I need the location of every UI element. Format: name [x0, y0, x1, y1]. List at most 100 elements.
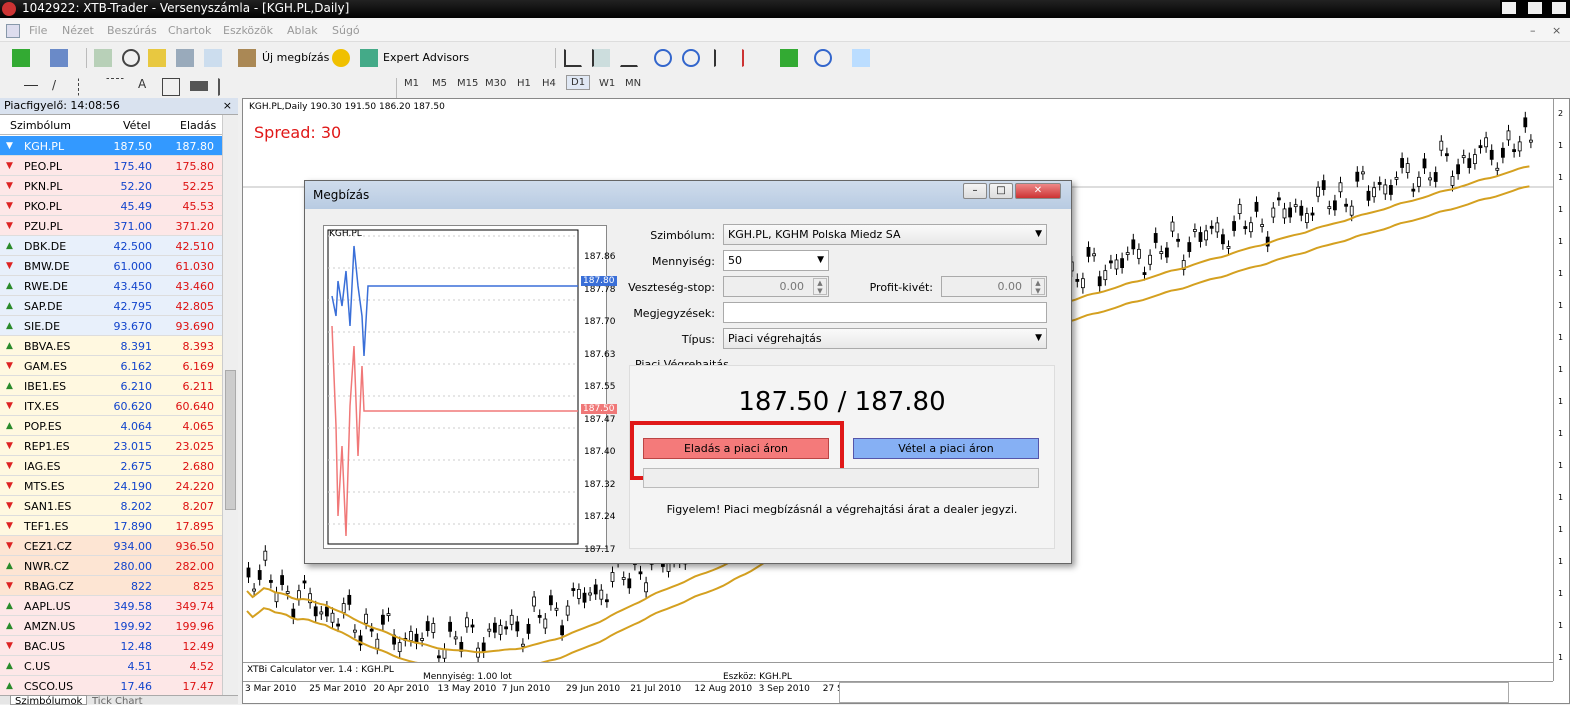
warning-icon[interactable] [332, 49, 350, 67]
dialog-maximize-icon[interactable]: □ [989, 183, 1013, 199]
watch-scrollbar[interactable] [222, 115, 238, 695]
hline-icon[interactable] [24, 85, 38, 86]
stop-loss-spinner[interactable]: ▲ ▼ [813, 278, 827, 295]
dialog-minimize-icon[interactable]: – [963, 183, 987, 199]
trendline-icon[interactable]: / [52, 78, 56, 92]
text-icon[interactable]: A [138, 77, 146, 91]
tf-h4[interactable]: H4 [542, 78, 556, 89]
periods-icon[interactable] [814, 49, 832, 67]
document-icon[interactable] [6, 24, 20, 38]
text-label-icon[interactable] [162, 78, 180, 96]
scroll-thumb[interactable] [225, 370, 236, 510]
menu-charts[interactable]: Chartok [168, 24, 211, 37]
watch-row[interactable]: ▼ RBAG.CZ 822 825 [0, 576, 222, 596]
templates-icon[interactable] [852, 49, 870, 67]
menu-tools[interactable]: Eszközök [223, 24, 273, 37]
watch-row[interactable]: ▼ BAC.US 12.48 12.49 [0, 636, 222, 656]
dialog-close-icon[interactable]: ✕ [1015, 183, 1061, 199]
buy-market-button[interactable]: Vétel a piaci áron [853, 438, 1039, 459]
stop-loss-input[interactable]: 0.00 ▲ ▼ [723, 276, 829, 297]
watch-row[interactable]: ▼ CEZ1.CZ 934.00 936.50 [0, 536, 222, 556]
indicators-icon[interactable] [780, 49, 798, 67]
watch-row[interactable]: ▲ SIE.DE 93.670 93.690 [0, 316, 222, 336]
tf-h1[interactable]: H1 [517, 78, 531, 89]
mdi-close-icon[interactable]: × [1552, 24, 1561, 37]
watch-row[interactable]: ▼ IAG.ES 2.675 2.680 [0, 456, 222, 476]
expert-advisors-button[interactable]: Expert Advisors [383, 51, 469, 64]
symbol-select[interactable]: KGH.PL, KGHM Polska Miedz SA ▼ [723, 224, 1047, 245]
watch-row[interactable]: ▼ PEO.PL 175.40 175.80 [0, 156, 222, 176]
watch-row[interactable]: ▲ NWR.CZ 280.00 282.00 [0, 556, 222, 576]
watch-row[interactable]: ▼ ITX.ES 60.620 60.640 [0, 396, 222, 416]
watch-row[interactable]: ▲ BBVA.ES 8.391 8.393 [0, 336, 222, 356]
watch-row[interactable]: ▼ BMW.DE 61.000 61.030 [0, 256, 222, 276]
restore-icon[interactable] [1528, 2, 1542, 14]
type-select[interactable]: Piaci végrehajtás ▼ [723, 328, 1047, 349]
candlestick-icon[interactable] [592, 49, 610, 67]
menu-help[interactable]: Súgó [332, 24, 360, 37]
watch-row[interactable]: ▲ RWE.DE 43.450 43.460 [0, 276, 222, 296]
new-order-icon[interactable] [238, 49, 256, 67]
new-order-button[interactable]: Új megbízás [262, 51, 329, 64]
zoom-out-icon[interactable] [682, 49, 700, 67]
chart-shift-icon[interactable] [742, 49, 760, 67]
crosshair-icon[interactable] [122, 49, 140, 67]
tf-m30[interactable]: M30 [485, 78, 506, 89]
watch-row[interactable]: ▼ SAN1.ES 8.202 8.207 [0, 496, 222, 516]
arrows-icon[interactable] [218, 78, 236, 96]
watch-row[interactable]: ▼ PZU.PL 371.00 371.20 [0, 216, 222, 236]
menu-file[interactable]: File [29, 24, 47, 37]
col-symbol[interactable]: Szimbólum [10, 119, 71, 132]
new-chart-icon[interactable] [12, 49, 30, 67]
tf-w1[interactable]: W1 [599, 78, 615, 89]
sell-market-button[interactable]: Eladás a piaci áron [643, 438, 829, 459]
watch-row[interactable]: ▲ CSCO.US 17.46 17.47 [0, 676, 222, 696]
watch-row[interactable]: ▼ PKN.PL 52.20 52.25 [0, 176, 222, 196]
watch-row[interactable]: ▼ KGH.PL 187.50 187.80 [0, 136, 222, 156]
close-icon[interactable] [1552, 2, 1566, 14]
profiles-icon[interactable] [50, 49, 68, 67]
quantity-input[interactable]: 50 ▼ [723, 250, 829, 271]
menu-view[interactable]: Nézet [62, 24, 94, 37]
market-watch-icon[interactable] [94, 49, 112, 67]
channel-icon[interactable] [78, 78, 96, 96]
tf-d1[interactable]: D1 [566, 75, 591, 90]
mdi-minimize-icon[interactable]: – [1530, 24, 1536, 37]
watch-row[interactable]: ▲ AAPL.US 349.58 349.74 [0, 596, 222, 616]
menu-window[interactable]: Ablak [287, 24, 318, 37]
expert-advisors-icon[interactable] [360, 49, 378, 67]
fibonacci-icon[interactable] [106, 78, 124, 96]
bar-chart-icon[interactable] [564, 49, 582, 67]
zoom-in-icon[interactable] [654, 49, 672, 67]
take-profit-spinner[interactable]: ▲ ▼ [1031, 278, 1045, 295]
watch-row[interactable]: ▲ C.US 4.51 4.52 [0, 656, 222, 676]
tf-m15[interactable]: M15 [457, 78, 478, 89]
minimize-icon[interactable] [1502, 2, 1516, 14]
watch-row[interactable]: ▼ REP1.ES 23.015 23.025 [0, 436, 222, 456]
auto-scroll-icon[interactable] [714, 49, 732, 67]
comment-input[interactable] [723, 302, 1047, 323]
col-ask[interactable]: Eladás [180, 119, 216, 132]
terminal-icon[interactable] [204, 49, 222, 67]
tf-mn[interactable]: MN [625, 78, 641, 89]
line-chart-icon[interactable] [620, 49, 638, 67]
watch-row[interactable]: ▲ AMZN.US 199.92 199.96 [0, 616, 222, 636]
watch-row[interactable]: ▲ POP.ES 4.064 4.065 [0, 416, 222, 436]
watch-row[interactable]: ▼ PKO.PL 45.49 45.53 [0, 196, 222, 216]
tf-m1[interactable]: M1 [404, 78, 419, 89]
chart-scrollbar[interactable] [839, 682, 1509, 703]
navigator-icon[interactable] [176, 49, 194, 67]
watch-row[interactable]: ▲ IBE1.ES 6.210 6.211 [0, 376, 222, 396]
rectangle-icon[interactable] [190, 81, 208, 91]
watch-row[interactable]: ▼ GAM.ES 6.162 6.169 [0, 356, 222, 376]
watch-row[interactable]: ▲ DBK.DE 42.500 42.510 [0, 236, 222, 256]
watch-row[interactable]: ▼ MTS.ES 24.190 24.220 [0, 476, 222, 496]
favorites-icon[interactable] [148, 49, 166, 67]
watch-row[interactable]: ▲ SAP.DE 42.795 42.805 [0, 296, 222, 316]
menu-insert[interactable]: Beszúrás [107, 24, 157, 37]
take-profit-input[interactable]: 0.00 ▲ ▼ [941, 276, 1047, 297]
tf-m5[interactable]: M5 [432, 78, 447, 89]
panel-close-icon[interactable]: × [223, 98, 232, 114]
col-bid[interactable]: Vétel [123, 119, 151, 132]
watch-row[interactable]: ▼ TEF1.ES 17.890 17.895 [0, 516, 222, 536]
